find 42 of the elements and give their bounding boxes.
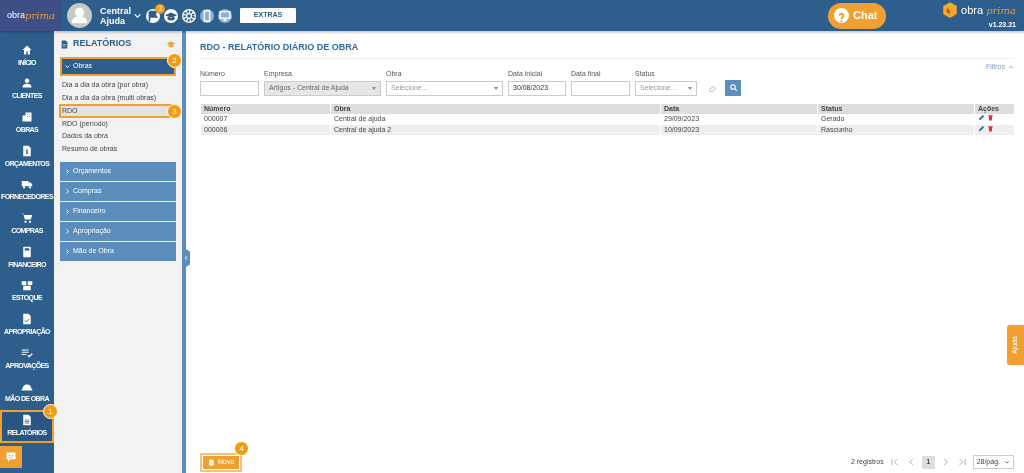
- smiley-chat-icon: [5, 451, 17, 463]
- home-icon: [21, 43, 33, 56]
- cart-icon: [21, 212, 33, 225]
- cube-icon: [941, 1, 960, 19]
- document-check-icon: [21, 313, 33, 326]
- document-icon: [21, 414, 33, 427]
- company-name[interactable]: Central Ajuda: [100, 5, 131, 26]
- document-icon: [60, 39, 69, 49]
- avatar-icon[interactable]: [67, 3, 92, 28]
- chevron-up-icon[interactable]: [1008, 63, 1014, 70]
- chat-widget-button[interactable]: [0, 446, 22, 468]
- panel-title: RELATÓRIOS: [73, 37, 132, 51]
- page-title: RDO - RELATÓRIO DIÁRIO DE OBRA: [200, 41, 360, 54]
- chevron-down-icon: [65, 64, 70, 69]
- chevron-right-icon: [65, 208, 70, 214]
- input-field[interactable]: [200, 80, 259, 96]
- callout-badge: 2: [167, 53, 182, 68]
- person-icon: [21, 77, 33, 90]
- chevron-right-icon: [65, 188, 70, 194]
- chevron-left-icon: [183, 255, 189, 261]
- monitor-icon[interactable]: [218, 8, 232, 23]
- callout-badge: 4: [234, 440, 250, 456]
- search-icon: [728, 83, 738, 92]
- trash-icon[interactable]: [987, 124, 994, 132]
- boxes-icon: [21, 279, 33, 292]
- trash-icon[interactable]: [987, 114, 994, 121]
- chevron-right-icon: [65, 168, 70, 174]
- chevron-down-icon[interactable]: [133, 11, 142, 20]
- brand-logo: obra prima: [941, 1, 1016, 19]
- building-icon: [21, 110, 33, 123]
- checklist-icon: [21, 346, 33, 359]
- chevron-right-icon: [65, 228, 70, 234]
- truck-icon: [21, 178, 33, 191]
- chevron-right-icon: [65, 248, 70, 254]
- logo: obraprima: [0, 0, 62, 31]
- input-field[interactable]: [571, 80, 630, 96]
- document-icon: [21, 144, 33, 157]
- search-button[interactable]: [725, 79, 741, 96]
- document-icon: [208, 458, 215, 466]
- calculator-icon: [21, 245, 33, 258]
- settings-icon[interactable]: [182, 8, 196, 23]
- chevron-down-icon: [1004, 459, 1010, 465]
